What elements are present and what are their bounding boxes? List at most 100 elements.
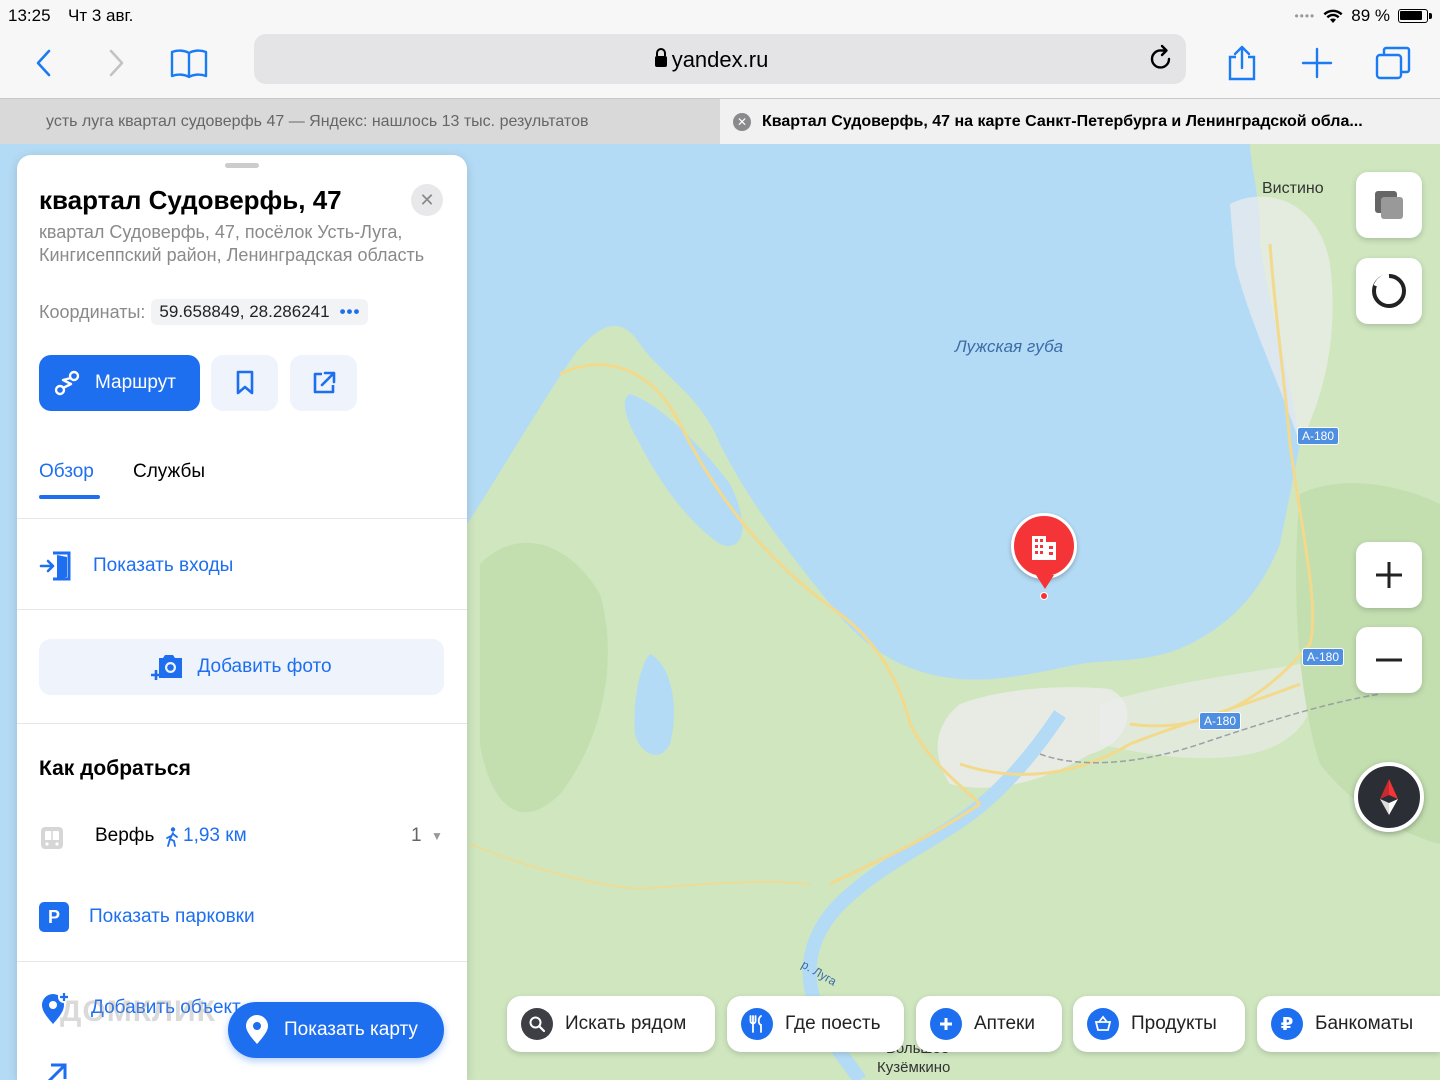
coordinates: Координаты: 59.658849, 28.286241 ••• [39,299,369,325]
stop-distance: 1,93 км [183,825,247,846]
map-pin-icon [246,1015,268,1044]
tab-strip: усть луга квартал судоверфь 47 — Яндекс:… [0,98,1440,145]
place-title: квартал Судоверфь, 47 [39,185,342,215]
share-place-button[interactable] [290,355,357,411]
url-text: yandex.ru [671,47,769,72]
layers-icon [1375,191,1403,219]
divider [17,609,467,610]
camera-plus-icon [151,655,183,680]
compass-button[interactable] [1354,762,1424,832]
show-map-button[interactable]: Показать карту [228,1002,444,1058]
panorama-button[interactable] [1356,258,1422,324]
chevron-left-icon [36,49,51,77]
pin-point [1040,592,1048,600]
coords-value: 59.658849, 28.286241 [159,302,330,321]
bookmark-button[interactable] [211,355,278,411]
show-entrances-row[interactable]: Показать входы [39,549,233,583]
status-time: 13:25 [8,6,51,25]
close-tab-icon[interactable]: ✕ [733,113,751,131]
next-row-partial[interactable] [39,1061,69,1080]
how-to-get-heading: Как добраться [39,757,191,780]
basket-icon [1087,1008,1119,1040]
road-label-a180: А-180 [1297,427,1340,445]
close-icon: ✕ [419,189,435,210]
tabs-icon [1375,46,1411,80]
chevron-right-icon [109,49,124,77]
location-pin[interactable] [1011,513,1077,579]
divider [17,518,467,519]
chip-label: Где поесть [785,1013,881,1034]
drag-handle[interactable] [225,163,259,168]
forward-button[interactable] [94,40,140,86]
search-icon [521,1008,553,1040]
tab-search-results[interactable]: усть луга квартал судоверфь 47 — Яндекс:… [0,99,720,145]
walking-icon [166,827,178,847]
map-label-vistino: Вистино [1262,180,1324,197]
divider [17,961,467,962]
place-address: квартал Судоверфь, 47, посёлок Усть-Луга… [39,222,425,265]
status-bar: 13:25 Чт 3 авг. •••• 89 % [0,0,1440,30]
road-label-a180: А-180 [1199,712,1242,730]
more-dots-icon[interactable]: ••• [340,302,361,322]
plus-icon [1301,47,1333,79]
add-photo-label: Добавить фото [197,656,332,677]
chip-label: Банкоматы [1315,1013,1414,1034]
minus-icon [1376,658,1402,662]
show-parking-row[interactable]: P Показать парковки [39,902,255,932]
chip-food[interactable]: Где поесть [727,996,904,1052]
show-entrances-label: Показать входы [93,555,234,576]
book-icon [170,49,208,79]
tab-title: усть луга квартал судоверфь 47 — Яндекс:… [46,113,589,130]
tab-services[interactable]: Службы [133,461,205,483]
coords-label: Координаты: [39,301,146,322]
chip-label: Аптеки [974,1013,1035,1034]
back-button[interactable] [20,40,66,86]
divider [17,723,467,724]
status-date: Чт 3 авг. [68,6,134,25]
tram-icon [41,827,63,849]
show-parking-label: Показать парковки [89,906,255,927]
map-label-village-2: Кузёмкино [877,1059,951,1076]
share-button[interactable] [1219,40,1265,86]
add-photo-button[interactable]: Добавить фото [39,639,444,695]
new-tab-button[interactable] [1294,40,1340,86]
chevron-down-icon[interactable]: ▼ [431,829,443,843]
cutlery-icon [741,1008,773,1040]
panorama-icon [1372,273,1406,308]
zoom-out-button[interactable] [1356,627,1422,693]
entrance-icon [39,551,71,581]
transit-stop-row[interactable]: Верфь 1,93 км 1 ▼ [39,823,444,853]
tab-map-active[interactable]: ✕ Квартал Судоверфь, 47 на карте Санкт-П… [720,99,1440,145]
zoom-in-button[interactable] [1356,542,1422,608]
address-bar[interactable]: yandex.ru [254,34,1186,84]
chip-pharmacy[interactable]: Аптеки [916,996,1062,1052]
external-link-icon [313,371,335,394]
bookmark-icon [236,370,253,395]
layers-button[interactable] [1356,172,1422,238]
route-label: Маршрут [95,372,176,393]
pharmacy-cross-icon [930,1008,962,1040]
close-card-button[interactable]: ✕ [411,184,443,216]
arrow-icon [47,1063,67,1080]
share-icon [1228,45,1256,81]
coords-value-box[interactable]: 59.658849, 28.286241 ••• [151,299,369,325]
route-icon [54,370,80,396]
tabs-overview-button[interactable] [1370,40,1416,86]
tab-active-indicator [39,495,100,499]
browser-toolbar: yandex.ru [0,30,1440,98]
watermark: ДОМКЛИК [60,995,216,1028]
reload-icon[interactable] [1148,44,1174,72]
tab-overview[interactable]: Обзор [39,461,94,483]
stop-count: 1 [411,825,422,846]
chip-atm[interactable]: ₽ Банкоматы [1257,996,1440,1052]
bookmarks-button[interactable] [166,40,212,86]
chip-groceries[interactable]: Продукты [1073,996,1245,1052]
chip-label: Продукты [1131,1013,1217,1034]
route-button[interactable]: Маршрут [39,355,200,411]
building-icon [1032,536,1056,560]
chip-search-nearby[interactable]: Искать рядом [507,996,715,1052]
place-card: квартал Судоверфь, 47 ✕ квартал Судоверф… [17,155,467,1080]
plus-icon [1376,562,1402,588]
battery-percent: 89 % [1351,6,1390,25]
wifi-icon [1323,9,1343,23]
